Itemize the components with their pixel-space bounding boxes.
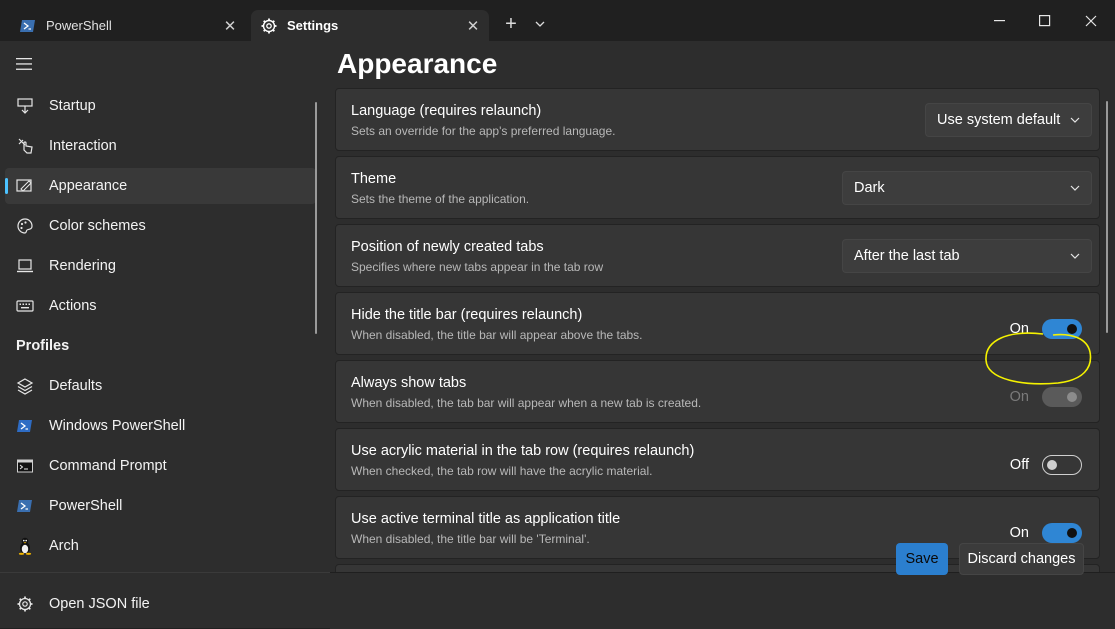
sidebar-item-label: Appearance <box>49 178 128 194</box>
sidebar-item-label: Command Prompt <box>49 458 167 474</box>
setting-description: Specifies where new tabs appear in the t… <box>351 260 604 274</box>
sidebar-item-interaction[interactable]: Interaction <box>5 128 316 164</box>
setting-acrylic-tab-row: Use acrylic material in the tab row (req… <box>335 428 1100 491</box>
terminal-title-toggle[interactable] <box>1042 523 1082 543</box>
sidebar-item-label: PowerShell <box>49 498 123 514</box>
setting-title: Use active terminal title as application… <box>351 511 621 527</box>
footer-bar <box>330 572 1115 629</box>
sidebar-item-powershell[interactable]: PowerShell <box>5 488 316 524</box>
content-scrollbar[interactable] <box>1106 101 1108 333</box>
close-icon[interactable]: ✕ <box>220 16 240 36</box>
tab-settings[interactable]: Settings ✕ <box>251 10 489 41</box>
setting-theme: Theme Sets the theme of the application.… <box>335 156 1100 219</box>
setting-title: Always show tabs <box>351 375 467 391</box>
sidebar-item-label: Arch <box>49 538 79 554</box>
toggle-knob <box>1067 392 1077 402</box>
setting-description: When disabled, the tab bar will appear w… <box>351 396 702 410</box>
sidebar-item-windows-powershell[interactable]: Windows PowerShell <box>5 408 316 444</box>
setting-title: Use acrylic material in the tab row (req… <box>351 443 695 459</box>
tab-position-dropdown[interactable]: After the last tab <box>842 239 1092 273</box>
setting-description: When disabled, the title bar will be 'Te… <box>351 532 590 546</box>
sidebar-scrollbar[interactable] <box>315 102 317 334</box>
hamburger-menu-icon[interactable] <box>16 57 36 73</box>
title-bar: PowerShell ✕ Settings ✕ + <box>0 0 1115 41</box>
close-icon[interactable]: ✕ <box>463 16 483 36</box>
dropdown-value: Use system default <box>937 112 1061 128</box>
tab-label: PowerShell <box>46 18 112 33</box>
sidebar-divider <box>0 572 330 573</box>
setting-title: Hide the title bar (requires relaunch) <box>351 307 583 323</box>
profiles-header: Profiles <box>16 338 70 354</box>
chevron-down-icon <box>1069 114 1081 126</box>
settings-page: Startup Interaction Appearance Color sch… <box>0 41 1115 629</box>
save-button[interactable]: Save <box>896 543 948 575</box>
powershell-icon <box>18 16 38 36</box>
acrylic-tab-row-toggle[interactable] <box>1042 455 1082 475</box>
startup-icon <box>16 97 34 115</box>
tab-label: Settings <box>287 18 339 33</box>
sidebar-item-label: Startup <box>49 98 96 114</box>
sidebar-item-rendering[interactable]: Rendering <box>5 248 316 284</box>
maximize-icon[interactable] <box>1031 8 1059 34</box>
annotation-highlight-ring <box>985 332 1092 385</box>
keyboard-icon <box>16 297 34 315</box>
sidebar-item-arch[interactable]: Arch <box>5 528 316 564</box>
sidebar-item-appearance[interactable]: Appearance <box>5 168 316 204</box>
chevron-down-icon[interactable] <box>531 15 549 33</box>
toggle-knob <box>1047 459 1057 470</box>
window-close-icon[interactable] <box>1077 8 1105 34</box>
appearance-icon <box>16 177 34 195</box>
page-title: Appearance <box>337 48 498 79</box>
powershell-icon <box>16 417 34 435</box>
setting-title: Position of newly created tabs <box>351 239 544 255</box>
tab-powershell[interactable]: PowerShell ✕ <box>10 10 246 41</box>
interaction-icon <box>16 137 34 155</box>
gear-icon <box>259 16 279 36</box>
sidebar-item-command-prompt[interactable]: Command Prompt <box>5 448 316 484</box>
setting-title: Language (requires relaunch) <box>351 103 542 119</box>
sidebar-item-label: Windows PowerShell <box>49 418 186 434</box>
theme-dropdown[interactable]: Dark <box>842 171 1092 205</box>
dropdown-value: After the last tab <box>854 248 960 264</box>
toggle-state-label: On <box>1009 525 1029 541</box>
powershell-icon <box>16 497 34 515</box>
setting-language: Language (requires relaunch) Sets an ove… <box>335 88 1100 151</box>
sidebar-item-defaults[interactable]: Defaults <box>5 368 316 404</box>
sidebar-item-label: Actions <box>49 298 97 314</box>
palette-icon <box>16 217 34 235</box>
sidebar-item-label: Defaults <box>49 378 103 394</box>
discard-changes-button[interactable]: Discard changes <box>959 543 1084 575</box>
setting-title: Theme <box>351 171 397 187</box>
sidebar-item-label: Color schemes <box>49 218 146 234</box>
sidebar-item-actions[interactable]: Actions <box>5 288 316 324</box>
chevron-down-icon <box>1069 182 1081 194</box>
setting-description: When disabled, the title bar will appear… <box>351 328 643 342</box>
setting-description: Sets an override for the app's preferred… <box>351 124 616 138</box>
toggle-knob <box>1067 528 1077 538</box>
open-json-file-button[interactable]: Open JSON file <box>5 588 150 620</box>
toggle-state-label: On <box>1009 389 1029 405</box>
setting-new-tab-position: Position of newly created tabs Specifies… <box>335 224 1100 287</box>
linux-icon <box>16 537 34 555</box>
language-dropdown[interactable]: Use system default <box>925 103 1092 137</box>
open-json-label: Open JSON file <box>49 596 150 612</box>
sidebar-item-startup[interactable]: Startup <box>5 88 316 124</box>
minimize-icon[interactable] <box>986 8 1014 34</box>
selection-indicator <box>5 178 8 194</box>
cmd-icon <box>16 457 34 475</box>
gear-icon <box>16 595 34 613</box>
chevron-down-icon <box>1069 250 1081 262</box>
sidebar-item-color-schemes[interactable]: Color schemes <box>5 208 316 244</box>
monitor-icon <box>16 257 34 275</box>
setting-description: When checked, the tab row will have the … <box>351 464 653 478</box>
setting-description: Sets the theme of the application. <box>351 192 530 206</box>
toggle-state-label: Off <box>1009 457 1029 473</box>
sidebar-item-label: Rendering <box>49 258 116 274</box>
layers-icon <box>16 377 34 395</box>
new-tab-button[interactable]: + <box>500 13 522 35</box>
dropdown-value: Dark <box>854 180 885 196</box>
sidebar-item-label: Interaction <box>49 138 117 154</box>
always-show-tabs-toggle[interactable] <box>1042 387 1082 407</box>
